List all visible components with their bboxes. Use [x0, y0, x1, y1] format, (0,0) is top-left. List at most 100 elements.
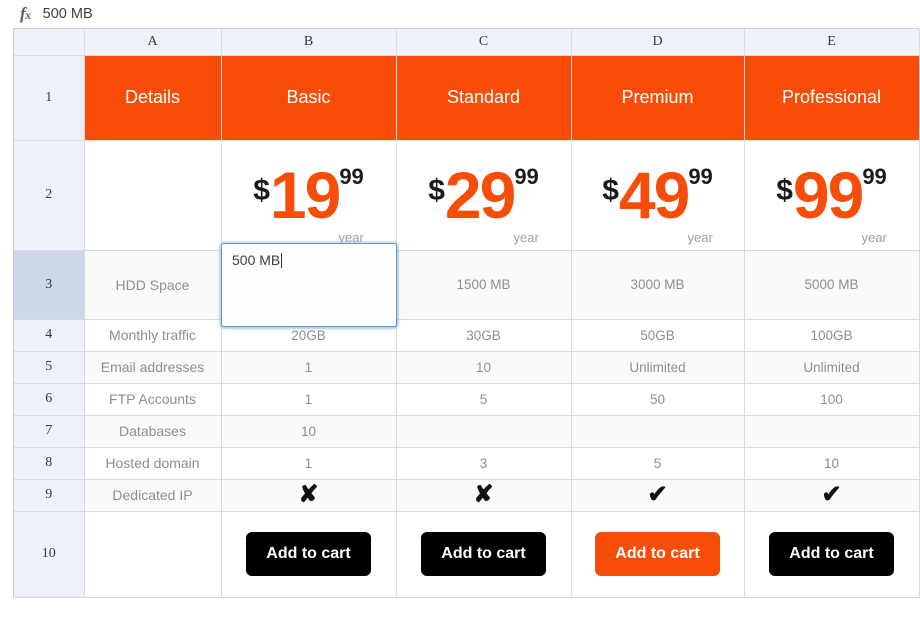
- cell-a6-feature-label[interactable]: FTP Accounts: [84, 383, 221, 415]
- column-header-e[interactable]: E: [744, 29, 919, 55]
- cell-e5-value[interactable]: Unlimited: [744, 351, 919, 383]
- cell-e10-cart[interactable]: Add to cart: [744, 511, 919, 597]
- cell-b2-price[interactable]: $1999 year: [221, 140, 396, 250]
- text-caret: [281, 253, 282, 268]
- cross-icon: ✘: [473, 481, 493, 508]
- add-to-cart-button-standard[interactable]: Add to cart: [421, 532, 545, 576]
- cell-d3-value[interactable]: 3000 MB: [571, 250, 744, 319]
- check-icon: ✔: [647, 481, 667, 508]
- row-header-7[interactable]: 7: [14, 415, 84, 447]
- cell-d8-value[interactable]: 5: [571, 447, 744, 479]
- add-to-cart-button-professional[interactable]: Add to cart: [769, 532, 893, 576]
- cell-c4-value[interactable]: 30GB: [396, 319, 571, 351]
- add-to-cart-button-premium[interactable]: Add to cart: [595, 532, 719, 576]
- function-fx-icon[interactable]: fx: [20, 4, 31, 24]
- cell-c6-value[interactable]: 5: [396, 383, 571, 415]
- check-icon: ✔: [821, 481, 841, 508]
- cell-e1-plan-professional[interactable]: Professional: [744, 55, 919, 140]
- cell-b10-cart[interactable]: Add to cart: [221, 511, 396, 597]
- cell-c10-cart[interactable]: Add to cart: [396, 511, 571, 597]
- cell-d2-price[interactable]: $4999 year: [571, 140, 744, 250]
- row-header-6[interactable]: 6: [14, 383, 84, 415]
- price-standard: $2999 year: [428, 162, 539, 228]
- price-currency: $: [602, 174, 619, 207]
- cell-a8-feature-label[interactable]: Hosted domain: [84, 447, 221, 479]
- cell-c3-value[interactable]: 1500 MB: [396, 250, 571, 319]
- cell-a5-feature-label[interactable]: Email addresses: [84, 351, 221, 383]
- cell-a2-empty[interactable]: [84, 140, 221, 250]
- row-header-9[interactable]: 9: [14, 479, 84, 511]
- cell-c2-price[interactable]: $2999 year: [396, 140, 571, 250]
- cell-d4-value[interactable]: 50GB: [571, 319, 744, 351]
- table-row: 3 HDD Space 500 MB 1500 MB 3000 MB 5000 …: [14, 250, 919, 319]
- cell-a3-feature-label[interactable]: HDD Space: [84, 250, 221, 319]
- row-header-2[interactable]: 2: [14, 140, 84, 250]
- row-header-1[interactable]: 1: [14, 55, 84, 140]
- row-header-5[interactable]: 5: [14, 351, 84, 383]
- cell-e8-value[interactable]: 10: [744, 447, 919, 479]
- cell-a4-feature-label[interactable]: Monthly traffic: [84, 319, 221, 351]
- cell-e3-value[interactable]: 5000 MB: [744, 250, 919, 319]
- cell-c7-value[interactable]: [396, 415, 571, 447]
- cell-d5-value[interactable]: Unlimited: [571, 351, 744, 383]
- formula-bar: fx 500 MB: [0, 0, 920, 28]
- cell-c8-value[interactable]: 3: [396, 447, 571, 479]
- price-amount: 49: [619, 158, 688, 232]
- price-currency: $: [428, 174, 445, 207]
- cell-b9-value[interactable]: ✘: [221, 479, 396, 511]
- table-row: 1 Details Basic Standard Premium Profess…: [14, 55, 919, 140]
- table-row: 5 Email addresses 1 10 Unlimited Unlimit…: [14, 351, 919, 383]
- price-basic: $1999 year: [253, 162, 364, 228]
- row-header-10[interactable]: 10: [14, 511, 84, 597]
- price-amount: 99: [793, 158, 862, 232]
- column-header-d[interactable]: D: [571, 29, 744, 55]
- price-professional: $9999 year: [776, 162, 887, 228]
- cell-a1-details[interactable]: Details: [84, 55, 221, 140]
- cell-d7-value[interactable]: [571, 415, 744, 447]
- cell-d9-value[interactable]: ✔: [571, 479, 744, 511]
- cell-b6-value[interactable]: 1: [221, 383, 396, 415]
- table-row: 2 $1999 year $2999 year $4999: [14, 140, 919, 250]
- cell-e7-value[interactable]: [744, 415, 919, 447]
- cell-b8-value[interactable]: 1: [221, 447, 396, 479]
- cell-d10-cart[interactable]: Add to cart: [571, 511, 744, 597]
- cell-b1-plan-basic[interactable]: Basic: [221, 55, 396, 140]
- cell-e2-price[interactable]: $9999 year: [744, 140, 919, 250]
- price-cents: 99: [339, 164, 363, 189]
- table-row: 4 Monthly traffic 20GB 30GB 50GB 100GB: [14, 319, 919, 351]
- column-header-a[interactable]: A: [84, 29, 221, 55]
- price-currency: $: [776, 174, 793, 207]
- cell-c5-value[interactable]: 10: [396, 351, 571, 383]
- column-header-c[interactable]: C: [396, 29, 571, 55]
- cell-d6-value[interactable]: 50: [571, 383, 744, 415]
- cell-a10-empty[interactable]: [84, 511, 221, 597]
- price-premium: $4999 year: [602, 162, 713, 228]
- row-header-4[interactable]: 4: [14, 319, 84, 351]
- table-row: 7 Databases 10: [14, 415, 919, 447]
- cell-b5-value[interactable]: 1: [221, 351, 396, 383]
- select-all-corner[interactable]: [14, 29, 84, 55]
- column-header-row: A B C D E: [14, 29, 919, 55]
- cell-b7-value[interactable]: 10: [221, 415, 396, 447]
- cell-e4-value[interactable]: 100GB: [744, 319, 919, 351]
- cross-icon: ✘: [298, 481, 318, 508]
- cell-a7-feature-label[interactable]: Databases: [84, 415, 221, 447]
- cell-editor-input[interactable]: 500 MB: [221, 243, 397, 327]
- cell-c9-value[interactable]: ✘: [396, 479, 571, 511]
- cell-e9-value[interactable]: ✔: [744, 479, 919, 511]
- cell-a9-feature-label[interactable]: Dedicated IP: [84, 479, 221, 511]
- price-amount: 29: [445, 158, 514, 232]
- table-row: 8 Hosted domain 1 3 5 10: [14, 447, 919, 479]
- formula-input-value[interactable]: 500 MB: [43, 6, 93, 22]
- table-row: 6 FTP Accounts 1 5 50 100: [14, 383, 919, 415]
- row-header-8[interactable]: 8: [14, 447, 84, 479]
- price-period: year: [514, 231, 539, 244]
- cell-e6-value[interactable]: 100: [744, 383, 919, 415]
- add-to-cart-button-basic[interactable]: Add to cart: [246, 532, 370, 576]
- cell-c1-plan-standard[interactable]: Standard: [396, 55, 571, 140]
- price-amount: 19: [270, 158, 339, 232]
- column-header-b[interactable]: B: [221, 29, 396, 55]
- row-header-3[interactable]: 3: [14, 250, 84, 319]
- price-cents: 99: [862, 164, 886, 189]
- cell-d1-plan-premium[interactable]: Premium: [571, 55, 744, 140]
